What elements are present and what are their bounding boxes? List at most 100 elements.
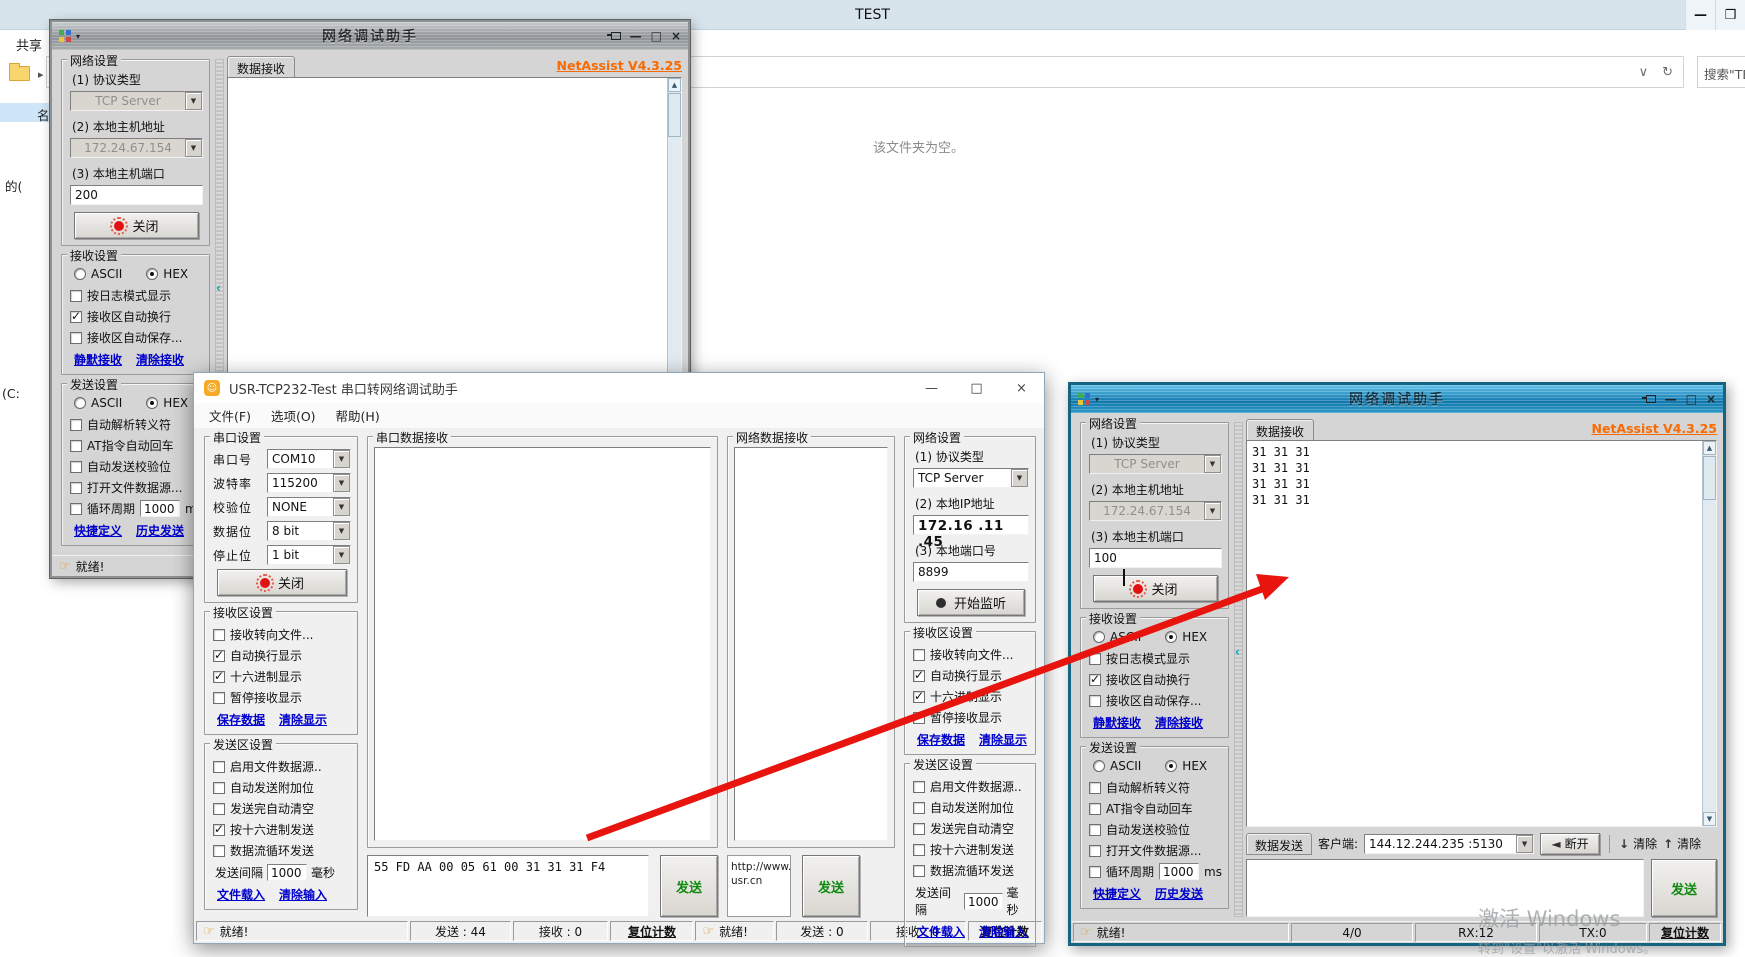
panel-splitter[interactable]: ‹ (1234, 422, 1243, 917)
scroll-up-icon[interactable]: ▲ (1703, 441, 1716, 455)
checkbox-auto-wrap[interactable]: 自动换行显示 (913, 667, 1029, 684)
scroll-thumb[interactable] (1703, 456, 1716, 500)
protocol-select[interactable]: TCP Server ▼ (1089, 454, 1222, 474)
search-input[interactable]: 搜索"TE (1697, 56, 1745, 88)
clear-input-link[interactable]: 清除输入 (979, 923, 1027, 940)
netassist-version-link[interactable]: NetAssist V4.3.25 (1592, 421, 1717, 436)
checkbox-hex-display[interactable]: 十六进制显示 (213, 668, 351, 685)
dropdown-arrow-icon[interactable]: ▼ (185, 92, 202, 110)
dropdown-arrow-icon[interactable]: ▼ (185, 139, 202, 157)
checkbox-receive-to-file[interactable]: 接收转向文件... (213, 626, 351, 643)
collapse-chevron-icon[interactable]: ‹ (1235, 645, 1240, 659)
checkbox-auto-linefeed[interactable]: 接收区自动换行 (1089, 671, 1222, 688)
checkbox-receive-to-file[interactable]: 接收转向文件... (913, 646, 1029, 663)
network-receive-area[interactable] (734, 447, 888, 841)
databits-select[interactable]: 8 bit ▼ (267, 521, 351, 541)
history-send-link[interactable]: 历史发送 (1155, 885, 1203, 902)
stopbits-select[interactable]: 1 bit ▼ (267, 545, 351, 565)
baud-select[interactable]: 115200 ▼ (267, 473, 351, 493)
checkbox-hex-display[interactable]: 十六进制显示 (913, 688, 1029, 705)
checkbox-auto-append[interactable]: 自动发送附加位 (213, 779, 351, 796)
chevron-down-icon[interactable]: ∨ (1639, 65, 1649, 80)
sidebar-item-drive-fragment[interactable]: (C: (2, 386, 20, 401)
radio-ascii[interactable] (74, 397, 86, 409)
dropdown-arrow-icon[interactable]: ▼ (1204, 502, 1221, 520)
checkbox-loop-send[interactable]: 数据流循环发送 (213, 842, 351, 859)
pin-icon[interactable] (1646, 395, 1656, 403)
minimize-button[interactable]: — (909, 373, 954, 403)
radio-hex[interactable] (146, 397, 158, 409)
titlebar-menu-caret-icon[interactable]: ▾ (1095, 395, 1099, 404)
interval-input[interactable]: 1000 (267, 864, 307, 881)
file-list-selected-row[interactable]: 名 (0, 103, 50, 122)
checkbox-auto-save[interactable]: 接收区自动保存... (1089, 692, 1222, 709)
silent-receive-link[interactable]: 静默接收 (1093, 714, 1141, 731)
checkbox-clear-after-send[interactable]: 发送完自动清空 (913, 820, 1029, 837)
shortcut-define-link[interactable]: 快捷定义 (1093, 885, 1141, 902)
disconnect-button[interactable]: ◄ 断开 (1540, 833, 1600, 855)
clear-receive-button[interactable]: ↑ 清除 (1663, 835, 1701, 852)
radio-hex[interactable] (1165, 760, 1177, 772)
dropdown-arrow-icon[interactable]: ▼ (1516, 835, 1533, 853)
cycle-period-input[interactable]: 1000 (140, 500, 180, 517)
maximize-button[interactable]: □ (651, 29, 662, 43)
client-select[interactable]: 144.12.244.235 :5130 ▼ (1364, 834, 1534, 854)
silent-receive-link[interactable]: 静默接收 (74, 351, 122, 368)
scroll-up-icon[interactable]: ▲ (668, 78, 681, 92)
titlebar-menu-caret-icon[interactable]: ▾ (76, 32, 80, 41)
start-listen-button[interactable]: 开始监听 (917, 589, 1025, 616)
close-connection-button[interactable]: 关闭 (74, 212, 199, 239)
port-input[interactable]: 200 (70, 185, 203, 205)
checkbox-auto-append[interactable]: 自动发送附加位 (913, 799, 1029, 816)
dropdown-arrow-icon[interactable]: ▼ (333, 498, 350, 516)
protocol-select[interactable]: TCP Server ▼ (70, 91, 203, 111)
cycle-period-input[interactable]: 1000 (1159, 863, 1199, 880)
tab-data-receive[interactable]: 数据接收 (227, 56, 295, 77)
scrollbar[interactable]: ▲ ▼ (1702, 441, 1716, 826)
reset-count-button[interactable]: 复位计数 (610, 921, 693, 941)
checkbox-parse-escape[interactable]: 自动解析转义符 (70, 416, 203, 433)
pin-icon[interactable] (611, 32, 621, 40)
checkbox-at-return[interactable]: AT指令自动回车 (70, 437, 203, 454)
load-file-link[interactable]: 文件载入 (217, 886, 265, 903)
parity-select[interactable]: NONE ▼ (267, 497, 351, 517)
dropdown-arrow-icon[interactable]: ▼ (1204, 455, 1221, 473)
netassist-right-titlebar[interactable]: ▾ 网络调试助手 — □ × (1071, 385, 1723, 413)
radio-ascii[interactable] (1093, 631, 1105, 643)
receive-area[interactable]: 31 31 31 31 31 31 31 31 31 31 31 31 ▲ ▼ (1246, 440, 1717, 827)
netassist-left-titlebar[interactable]: ▾ 网络调试助手 — □ × (52, 22, 688, 50)
dropdown-arrow-icon[interactable]: ▼ (1011, 469, 1028, 487)
checkbox-pause-receive[interactable]: 暂停接收显示 (913, 709, 1029, 726)
clear-display-link[interactable]: 清除显示 (279, 711, 327, 728)
checkbox-auto-save[interactable]: 接收区自动保存... (70, 329, 203, 346)
clear-display-link[interactable]: 清除显示 (979, 731, 1027, 748)
usr-titlebar[interactable]: ☺ USR-TCP232-Test 串口转网络调试助手 — □ × (194, 373, 1044, 403)
maximize-button[interactable]: □ (1686, 392, 1697, 406)
checkbox-log-mode[interactable]: 按日志模式显示 (1089, 650, 1222, 667)
clear-input-link[interactable]: 清除输入 (279, 886, 327, 903)
close-button[interactable]: × (999, 373, 1044, 403)
netassist-version-link[interactable]: NetAssist V4.3.25 (557, 58, 682, 73)
shortcut-define-link[interactable]: 快捷定义 (74, 522, 122, 539)
app-icon[interactable] (1078, 393, 1090, 405)
minimize-button[interactable]: — (1685, 0, 1715, 30)
serial-send-input[interactable]: 55 FD AA 00 05 61 00 31 31 31 F4 (367, 855, 649, 917)
ribbon-tab-share[interactable]: 共享 (16, 35, 42, 54)
clear-receive-link[interactable]: 清除接收 (136, 351, 184, 368)
menu-options[interactable]: 选项(O) (262, 403, 325, 428)
checkbox-file-source[interactable]: 打开文件数据源... (70, 479, 203, 496)
tab-data-send[interactable]: 数据发送 (1246, 833, 1312, 855)
checkbox-auto-checksum[interactable]: 自动发送校验位 (70, 458, 203, 475)
radio-hex[interactable] (146, 268, 158, 280)
sidebar-item-fragment[interactable]: 的( (5, 176, 22, 195)
menu-help[interactable]: 帮助(H) (327, 403, 389, 428)
serial-receive-area[interactable] (374, 447, 711, 841)
collapse-chevron-icon[interactable]: ‹ (216, 281, 221, 295)
scroll-down-icon[interactable]: ▼ (1703, 812, 1716, 826)
dropdown-arrow-icon[interactable]: ▼ (333, 474, 350, 492)
minimize-button[interactable]: — (630, 29, 642, 43)
scroll-thumb[interactable] (668, 93, 681, 137)
checkbox-loop-send[interactable]: 数据流循环发送 (913, 862, 1029, 879)
checkbox-send-as-hex[interactable]: 按十六进制发送 (213, 821, 351, 838)
checkbox-enable-file-source[interactable]: 启用文件数据源.. (913, 778, 1029, 795)
